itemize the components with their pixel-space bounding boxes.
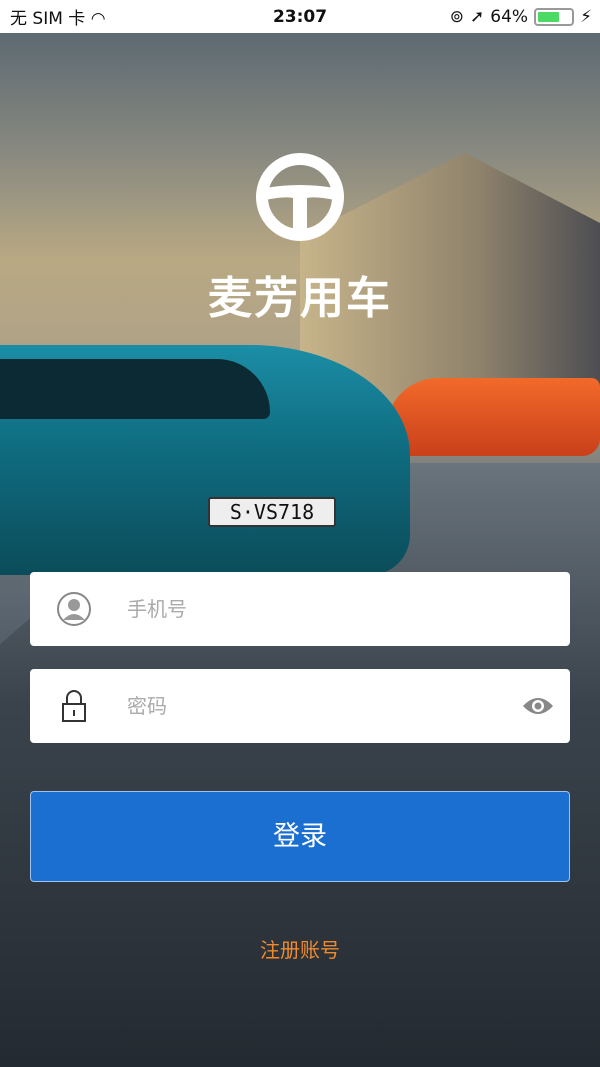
- teal-car: S·VS718: [0, 345, 410, 575]
- phone-field[interactable]: [30, 572, 570, 646]
- status-bar: 无 SIM 卡 ◠ 23:07 ⊚ ➚ 64% ⚡: [0, 0, 600, 33]
- login-button[interactable]: 登录: [30, 791, 570, 882]
- license-plate: S·VS718: [208, 497, 336, 527]
- register-link[interactable]: 注册账号: [0, 934, 600, 963]
- charging-icon: ⚡: [580, 6, 592, 27]
- rotation-lock-icon: ⊚: [449, 6, 465, 27]
- password-input[interactable]: [127, 669, 507, 743]
- user-icon: [57, 592, 91, 626]
- orange-car: [386, 378, 600, 456]
- battery-icon: [534, 7, 575, 26]
- steering-wheel-logo-icon: [256, 153, 344, 241]
- status-right: ⊚ ➚ 64% ⚡: [450, 7, 592, 27]
- phone-input[interactable]: [127, 572, 507, 646]
- app-name: 麦芳用车: [208, 273, 392, 324]
- battery-percent: 64%: [490, 6, 529, 27]
- location-icon: ➚: [470, 6, 485, 27]
- password-field[interactable]: [30, 669, 570, 743]
- lock-icon: [62, 690, 86, 722]
- eye-icon[interactable]: [522, 693, 554, 719]
